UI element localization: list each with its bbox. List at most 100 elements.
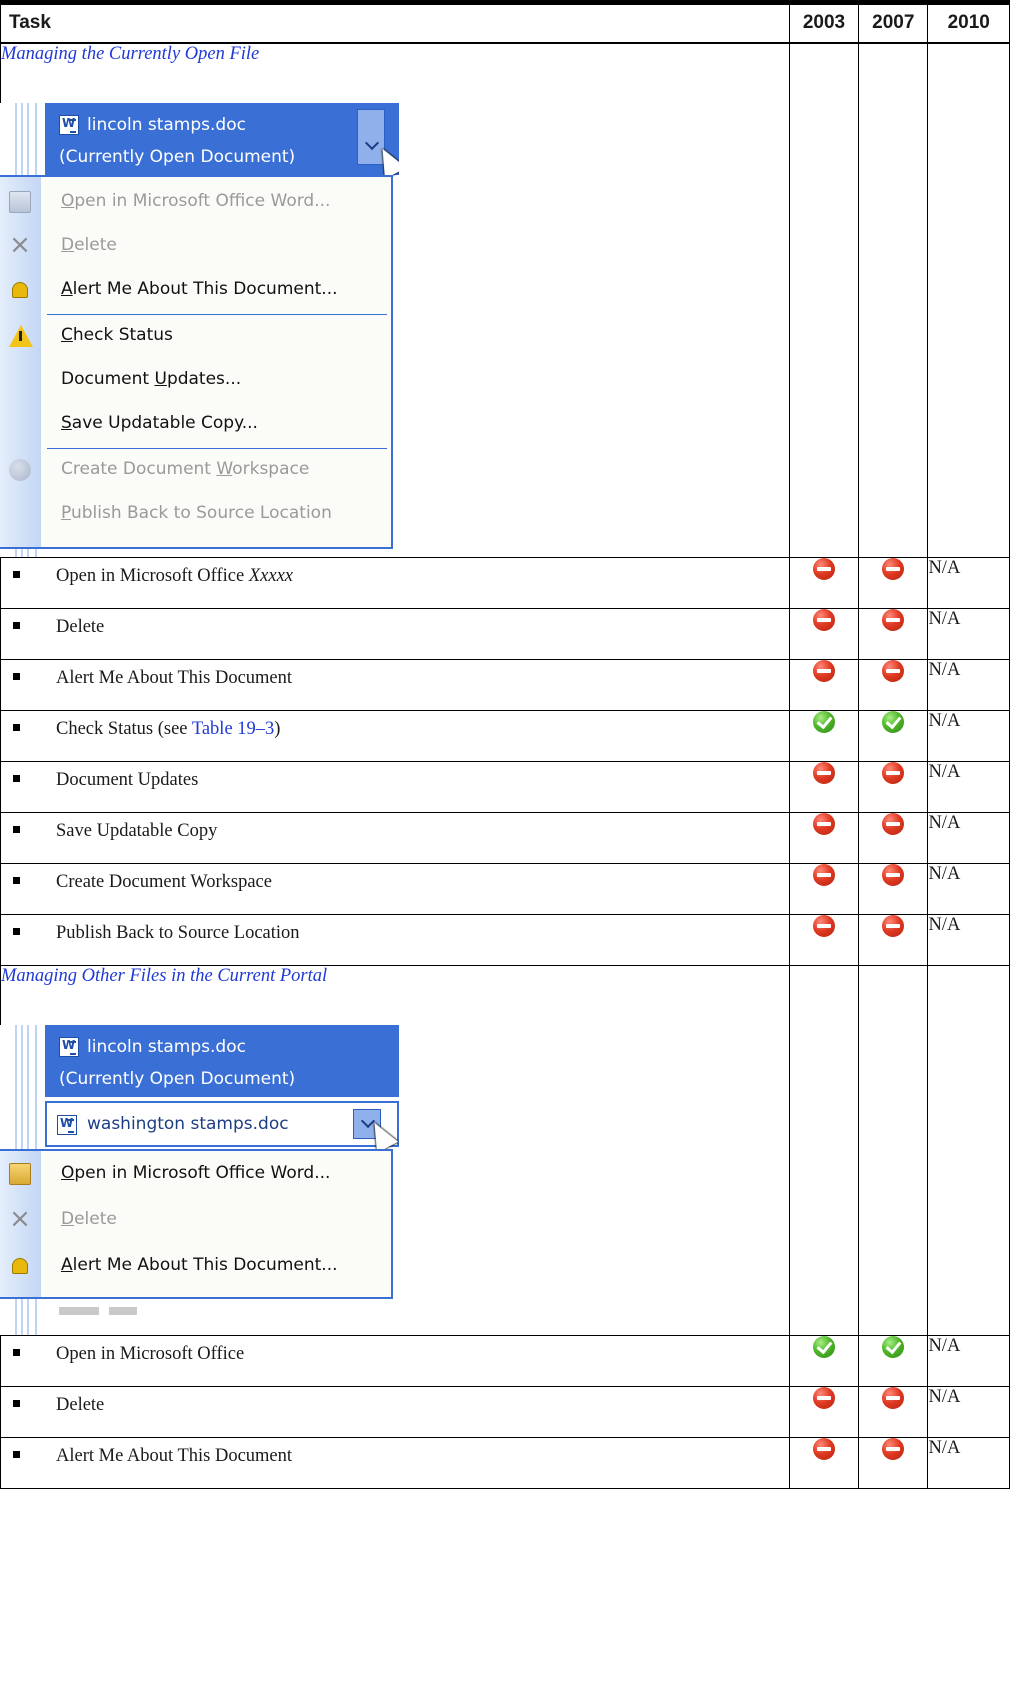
task-label: Publish Back to Source Location — [56, 922, 300, 943]
table-row: Delete N/A — [0, 1385, 1010, 1438]
supported-check-icon — [812, 710, 835, 733]
task-cell: Check Status (see Table 19–3) — [0, 709, 790, 762]
menu-item-label: Delete — [61, 234, 117, 255]
menu-item[interactable]: × Delete — [0, 1199, 391, 1241]
bullet-icon — [13, 570, 20, 578]
supported-check-icon — [882, 710, 905, 733]
bullet-icon — [13, 825, 20, 833]
task-label: Create Document Workspace — [56, 871, 272, 892]
task-cell: Delete — [0, 607, 790, 660]
task-cell: Save Updatable Copy — [0, 811, 790, 864]
alert-bell-icon — [12, 1257, 28, 1274]
support-cell-2007 — [858, 862, 929, 915]
word-doc-icon — [59, 1036, 79, 1057]
section-2007-cell — [858, 42, 929, 558]
menu-item[interactable]: Save Updatable Copy... — [0, 403, 391, 445]
not-supported-icon — [812, 761, 835, 784]
document-header: lincoln stamps.doc (Currently Open Docume… — [45, 1024, 399, 1097]
screenshot-currently-open-file: lincoln stamps.doc (Currently Open Docum… — [0, 102, 399, 557]
table-row: Create Document Workspace N/A — [0, 862, 1010, 915]
word-doc-icon — [57, 1114, 77, 1135]
menu-item[interactable]: × Delete — [0, 225, 391, 267]
task-label: Check Status (see — [56, 718, 192, 739]
support-cell-2003 — [788, 607, 860, 660]
not-supported-icon — [882, 812, 905, 835]
feature-support-table: Task 2003 2007 2010 Managing the Current… — [0, 0, 1010, 1489]
task-cell: Publish Back to Source Location — [0, 913, 790, 966]
support-cell-2003 — [788, 811, 860, 864]
table-header-row: Task 2003 2007 2010 — [0, 0, 1010, 44]
menu-item-label: Alert Me About This Document... — [61, 278, 338, 299]
support-cell-2010: N/A — [927, 556, 1010, 609]
warning-mark — [19, 330, 22, 341]
column-header-2007: 2007 — [858, 0, 929, 44]
section-task-cell: Managing the Currently Open File lincoln… — [0, 42, 790, 558]
supported-check-icon — [812, 1335, 835, 1358]
alert-bell-icon — [12, 281, 28, 298]
support-cell-2003 — [788, 1385, 860, 1438]
section-2003-cell — [788, 42, 860, 558]
menu-item[interactable]: Check Status — [0, 315, 391, 357]
menu-item[interactable]: Alert Me About This Document... — [0, 1245, 391, 1287]
menu-item[interactable]: Document Updates... — [0, 359, 391, 401]
section-2010-cell — [927, 964, 1010, 1336]
bullet-icon — [13, 1399, 20, 1407]
support-cell-2003 — [788, 913, 860, 966]
table-row: Open in Microsoft Office N/A — [0, 1334, 1010, 1387]
bullet-icon — [13, 927, 20, 935]
support-cell-2003 — [788, 760, 860, 813]
not-supported-icon — [812, 659, 835, 682]
not-supported-icon — [812, 1437, 835, 1460]
task-label: Alert Me About This Document — [56, 1445, 293, 1466]
table-cross-reference-link[interactable]: Table 19–3 — [192, 719, 274, 739]
not-supported-icon — [882, 557, 905, 580]
support-cell-2010: N/A — [927, 658, 1010, 711]
not-supported-icon — [882, 914, 905, 937]
not-supported-icon — [812, 557, 835, 580]
support-cell-2003 — [788, 1334, 860, 1387]
support-cell-2007 — [858, 1334, 929, 1387]
hidden-menu-remnant — [59, 1306, 99, 1315]
task-placeholder: Xxxxx — [248, 565, 293, 586]
task-label: Document Updates — [56, 769, 199, 790]
menu-item-label: Check Status — [61, 324, 173, 345]
support-cell-2007 — [858, 658, 929, 711]
task-cell: Document Updates — [0, 760, 790, 813]
not-supported-icon — [882, 761, 905, 784]
support-cell-2010: N/A — [927, 760, 1010, 813]
delete-x-icon: × — [9, 229, 31, 260]
task-cell: Alert Me About This Document — [0, 658, 790, 711]
task-label: Alert Me About This Document — [56, 667, 293, 688]
other-document-row[interactable]: washington stamps.doc — [45, 1100, 399, 1147]
bullet-icon — [13, 876, 20, 884]
section-title[interactable]: Managing the Currently Open File — [1, 44, 789, 65]
not-supported-icon — [812, 1386, 835, 1409]
task-label: Delete — [56, 616, 105, 637]
menu-item[interactable]: Create Document Workspace — [0, 449, 391, 491]
support-cell-2007 — [858, 913, 929, 966]
task-cell: Open in Microsoft Office — [0, 1334, 790, 1387]
hidden-menu-remnant — [109, 1306, 137, 1315]
task-label: Save Updatable Copy — [56, 820, 218, 841]
folder-icon — [9, 1162, 31, 1185]
column-header-2010: 2010 — [927, 0, 1010, 44]
menu-item-label: Delete — [61, 1208, 117, 1229]
section-row: Managing Other Files in the Current Port… — [0, 964, 1010, 1336]
context-menu: Open in Microsoft Office Word... × Delete A… — [0, 1148, 393, 1299]
menu-item[interactable]: Alert Me About This Document... — [0, 269, 391, 311]
folder-icon — [9, 190, 31, 213]
support-cell-2007 — [858, 811, 929, 864]
not-supported-icon — [812, 914, 835, 937]
other-document-name: washington stamps.doc — [87, 1113, 289, 1134]
support-cell-2003 — [788, 1436, 860, 1489]
section-title[interactable]: Managing Other Files in the Current Port… — [1, 966, 789, 987]
menu-item[interactable]: Open in Microsoft Office Word... — [0, 181, 391, 223]
support-cell-2003 — [788, 709, 860, 762]
bullet-icon — [13, 672, 20, 680]
bullet-icon — [13, 621, 20, 629]
menu-item[interactable]: Publish Back to Source Location — [0, 493, 391, 535]
menu-item-label: Open in Microsoft Office Word... — [61, 190, 331, 211]
task-cell: Delete — [0, 1385, 790, 1438]
menu-item[interactable]: Open in Microsoft Office Word... — [0, 1153, 391, 1195]
delete-x-icon: × — [9, 1203, 31, 1234]
